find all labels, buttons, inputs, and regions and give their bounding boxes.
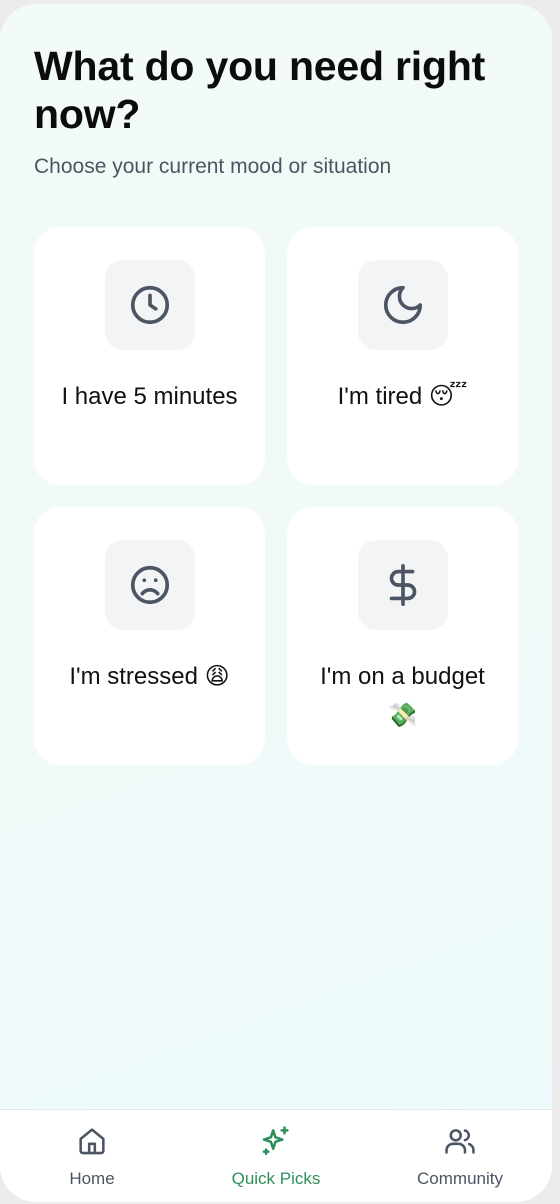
tab-home[interactable]: Home <box>0 1110 184 1202</box>
option-label: I'm tired 😴 <box>337 383 468 410</box>
option-label: I'm stressed 😩 <box>69 663 230 690</box>
option-card-tired[interactable]: I'm tired 😴 <box>287 227 518 485</box>
bottom-tab-bar: Home Quick Picks Community <box>0 1109 552 1202</box>
moon-icon <box>357 260 448 350</box>
option-card-budget[interactable]: I'm on a budget 💸 <box>287 507 518 765</box>
tab-label: Quick Picks <box>231 1169 321 1188</box>
option-label: I have 5 minutes <box>61 383 238 410</box>
tab-quick-picks[interactable]: Quick Picks <box>184 1110 368 1202</box>
app-screen: What do you need right now? Choose your … <box>0 4 552 1202</box>
main-content: What do you need right now? Choose your … <box>0 4 552 765</box>
tab-label: Home <box>69 1169 115 1188</box>
users-icon <box>443 1124 477 1163</box>
dollar-icon <box>357 540 448 630</box>
page-title: What do you need right now? <box>34 43 486 137</box>
clock-icon <box>104 260 195 350</box>
option-label: I'm on a budget 💸 <box>320 663 485 729</box>
tab-community[interactable]: Community <box>368 1110 552 1202</box>
option-card-stressed[interactable]: I'm stressed 😩 <box>34 507 265 765</box>
options-grid: I have 5 minutes I'm tired 😴 I'm stresse… <box>34 227 518 765</box>
frown-icon <box>104 540 195 630</box>
sparkles-icon <box>259 1124 293 1163</box>
tab-label: Community <box>417 1169 503 1188</box>
page-subtitle: Choose your current mood or situation <box>34 155 392 178</box>
option-card-5-minutes[interactable]: I have 5 minutes <box>34 227 265 485</box>
home-icon <box>75 1124 109 1163</box>
